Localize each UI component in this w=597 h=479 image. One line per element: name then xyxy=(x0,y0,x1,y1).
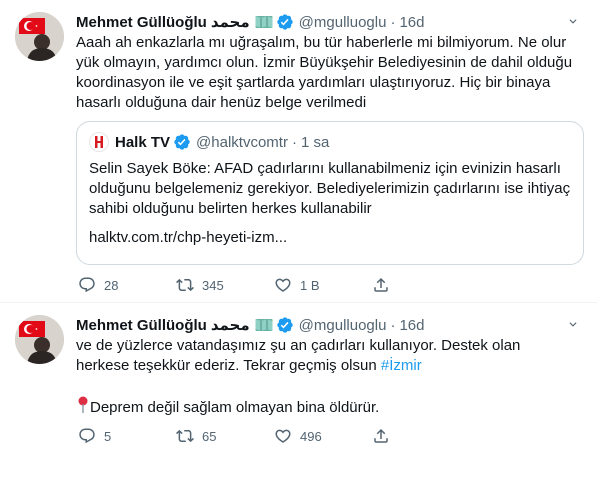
reply-icon xyxy=(70,426,104,446)
share-button[interactable] xyxy=(364,426,404,446)
share-icon xyxy=(364,426,398,446)
tweet[interactable]: Mehmet Güllüoğlu محمد @mgulluoglu · 16d … xyxy=(0,303,597,479)
like-count: 1 B xyxy=(300,277,320,293)
share-icon xyxy=(364,275,398,295)
reply-count: 28 xyxy=(104,277,119,293)
tweet-header: Mehmet Güllüoğlu محمد @mgulluoglu · 16d xyxy=(76,11,424,33)
tweet-text: Aaah ah enkazlarla mı uğraşalım, bu tür … xyxy=(76,34,573,111)
tweet-text: ve de yüzlerce vatandaşımız şu an çadırl… xyxy=(76,336,576,420)
tweet-actions: 5 65 496 xyxy=(70,426,404,446)
quote-time: 1 sa xyxy=(300,133,330,151)
pin-text: Deprem değil sağlam olmayan bina öldürür… xyxy=(90,399,380,416)
tweet-time[interactable]: 16d xyxy=(399,14,424,31)
separator-dot: · xyxy=(291,133,297,151)
tweet-header: Mehmet Güllüoğlu محمد @mgulluoglu · 16d xyxy=(76,314,424,336)
tweet[interactable]: Mehmet Güllüoğlu محمد @mgulluoglu · 16d … xyxy=(0,0,597,303)
reply-icon xyxy=(70,275,104,295)
author-name[interactable]: Mehmet Güllüoğlu xyxy=(76,317,207,334)
more-icon[interactable] xyxy=(563,315,583,335)
author-handle[interactable]: @mgulluoglu xyxy=(299,14,387,31)
tweet-actions: 28 345 1 B xyxy=(70,275,404,295)
like-button[interactable]: 1 B xyxy=(266,275,364,295)
like-icon xyxy=(266,426,300,446)
quote-text: Selin Sayek Böke: AFAD çadırlarını kulla… xyxy=(89,160,571,217)
reply-count: 5 xyxy=(104,428,112,444)
quote-author-name: Halk TV xyxy=(115,133,171,151)
separator-dot: · xyxy=(390,13,396,31)
retweet-button[interactable]: 345 xyxy=(168,275,266,295)
like-button[interactable]: 496 xyxy=(266,426,364,446)
pin-emoji-icon xyxy=(76,396,90,420)
hashtag-link[interactable]: #İzmir xyxy=(381,357,422,374)
retweet-icon xyxy=(168,275,202,295)
retweet-icon xyxy=(168,426,202,446)
reply-button[interactable]: 5 xyxy=(70,426,168,446)
quote-header: Halk TV @halktvcomtr · 1 sa xyxy=(89,132,329,152)
tweet-time[interactable]: 16d xyxy=(399,317,424,334)
map-emoji-icon xyxy=(255,318,273,332)
reply-button[interactable]: 28 xyxy=(70,275,168,295)
retweet-button[interactable]: 65 xyxy=(168,426,266,446)
author-handle[interactable]: @mgulluoglu xyxy=(299,317,387,334)
tweet-text-main: ve de yüzlerce vatandaşımız şu an çadırl… xyxy=(76,337,521,374)
quote-author-handle: @halktvcomtr xyxy=(196,133,288,151)
share-button[interactable] xyxy=(364,275,404,295)
retweet-count: 65 xyxy=(202,428,217,444)
separator-dot: · xyxy=(390,316,396,334)
avatar[interactable] xyxy=(15,315,64,364)
map-emoji-icon xyxy=(255,15,273,29)
pin-line: Deprem değil sağlam olmayan bina öldürür… xyxy=(76,396,379,420)
halktv-logo-icon xyxy=(89,132,109,152)
verified-icon xyxy=(276,13,294,31)
verified-icon xyxy=(173,133,191,151)
author-name-arabic: محمد xyxy=(210,14,250,31)
retweet-count: 345 xyxy=(202,277,224,293)
like-count: 496 xyxy=(300,428,322,444)
like-icon xyxy=(266,275,300,295)
author-name[interactable]: Mehmet Güllüoğlu xyxy=(76,14,207,31)
quoted-tweet[interactable]: Halk TV @halktvcomtr · 1 sa Selin Sayek … xyxy=(76,121,584,265)
avatar[interactable] xyxy=(15,12,64,61)
author-name-arabic: محمد xyxy=(210,317,250,334)
quote-link[interactable]: halktv.com.tr/chp-heyeti-izm... xyxy=(89,229,287,246)
more-icon[interactable] xyxy=(563,12,583,32)
verified-icon xyxy=(276,316,294,334)
